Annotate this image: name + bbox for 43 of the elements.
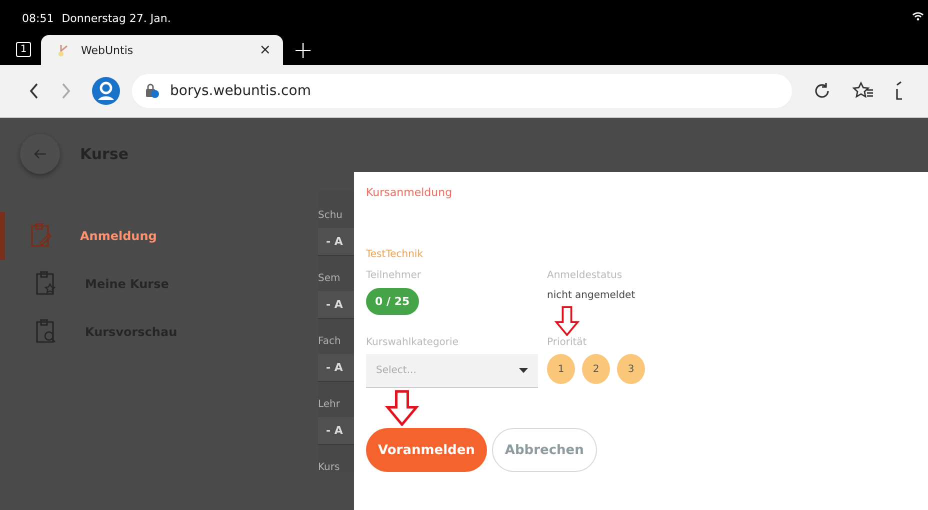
tab-title: WebUntis (81, 44, 134, 56)
filter-field[interactable]: - A (318, 291, 354, 319)
status-label: Anmeldestatus (547, 270, 624, 281)
profile-icon[interactable] (92, 77, 120, 105)
annotation-arrow (385, 390, 419, 426)
status-value: nicht angemeldet (547, 290, 636, 301)
clipboard-icon (35, 271, 57, 297)
reload-icon[interactable] (812, 81, 832, 101)
filter-field[interactable]: - A (318, 417, 354, 445)
participants-badge: 0 / 25 (366, 288, 419, 315)
course-name: TestTechnik (366, 249, 424, 260)
address-bar[interactable]: borys.webuntis.com (132, 74, 792, 108)
dialog-title: Kursanmeldung (366, 186, 454, 199)
clipboard-icon (35, 319, 57, 345)
filter-label: Schu (318, 210, 344, 221)
register-button[interactable]: Voranmelden (366, 428, 487, 472)
clipboard-icon (30, 223, 52, 249)
status-date: Donnerstag 27. Jan. (62, 12, 171, 25)
caret-icon (519, 368, 528, 373)
filter-label: Sem (318, 273, 342, 284)
priority-label: Priorität (547, 337, 588, 348)
tab-close-button[interactable]: × (259, 42, 271, 58)
filter-label: Lehr (318, 399, 341, 410)
back-icon[interactable] (28, 82, 40, 100)
back-arrow-icon (33, 149, 47, 159)
filter-field[interactable]: - A (318, 354, 354, 382)
filter-field[interactable]: - A (318, 228, 354, 256)
status-time: 08:51 (22, 12, 54, 25)
filter-label: Fach (318, 336, 342, 347)
priority-option[interactable]: 2 (582, 354, 610, 384)
priority-option[interactable]: 3 (617, 354, 645, 384)
new-tab-button[interactable]: + (293, 36, 314, 64)
cancel-button[interactable]: Abbrechen (492, 428, 597, 472)
lock-icon (144, 83, 160, 99)
browser-tab[interactable]: WebUntis × (41, 35, 283, 65)
tab-count-button[interactable]: 1 (16, 42, 31, 56)
priority-option[interactable]: 1 (547, 354, 575, 384)
favorites-icon[interactable] (852, 81, 874, 101)
filter-label: Kurs (318, 462, 341, 473)
category-label: Kurswahlkategorie (366, 337, 460, 348)
annotation-arrow (552, 306, 582, 336)
participants-label: Teilnehmer (366, 270, 422, 281)
wifi-icon (912, 11, 924, 21)
